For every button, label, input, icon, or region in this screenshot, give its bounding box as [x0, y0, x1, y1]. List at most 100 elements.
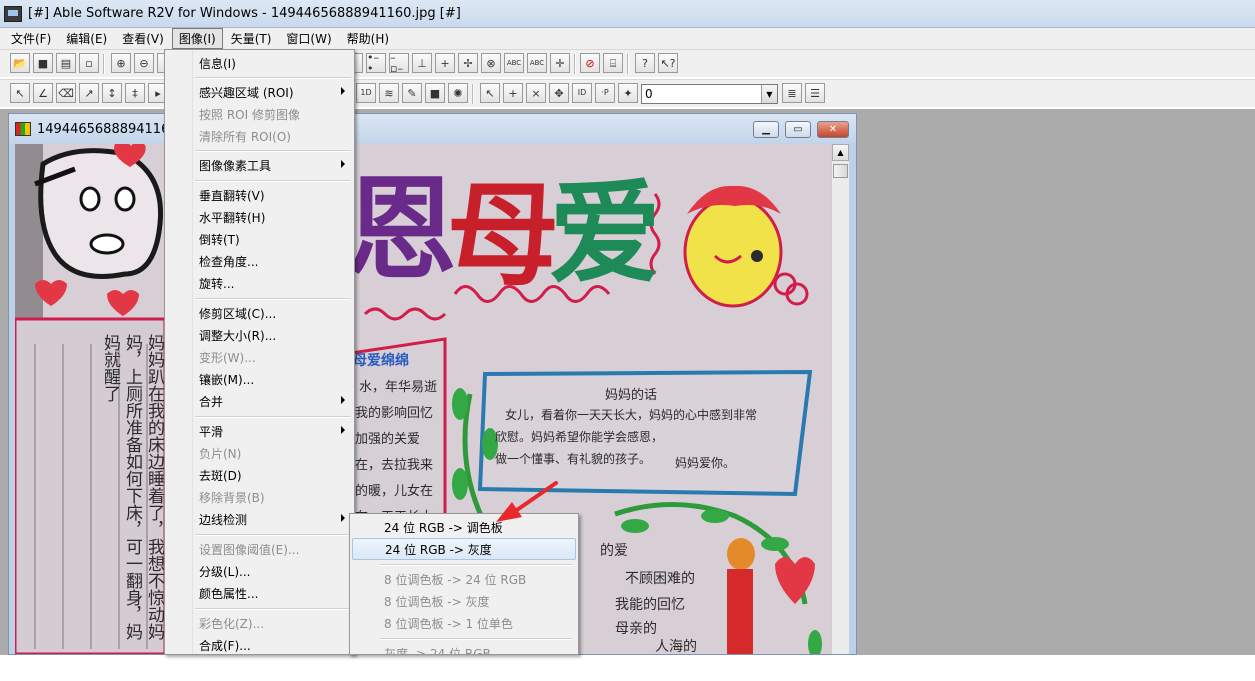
menu-levels[interactable]: 分级(L)... — [167, 560, 353, 582]
menu-view[interactable]: 查看(V) — [115, 28, 171, 49]
close-button[interactable]: ✕ — [817, 121, 849, 138]
menu-invert[interactable]: 倒转(T) — [167, 228, 353, 250]
draw-line-button[interactable]: ∠ — [33, 83, 53, 103]
label-tool-button[interactable]: 1D — [356, 83, 376, 103]
vertical-align-button[interactable]: ↕ — [102, 83, 122, 103]
zoom-out-button[interactable]: ⊖ — [134, 53, 154, 73]
add-point-button[interactable]: + — [503, 83, 523, 103]
menu-despeckle[interactable]: 去斑(D) — [167, 464, 353, 486]
point-label-button[interactable]: ·P — [595, 83, 615, 103]
mid-text-3: 加强的关爱 — [355, 432, 421, 447]
layer-stack-button[interactable]: ≣ — [782, 83, 802, 103]
document-title-bar[interactable]: 14944656888941160.jpg ▁ ▭ ✕ — [9, 114, 856, 144]
layer-list-button[interactable]: ☰ — [805, 83, 825, 103]
fill-button[interactable]: ■ — [425, 83, 445, 103]
submenu-rgb-to-grayscale[interactable]: 24 位 RGB -> 灰度 — [352, 538, 576, 560]
horizontal-align-button[interactable]: ‡ — [125, 83, 145, 103]
eraser-button[interactable]: ⌫ — [56, 83, 76, 103]
tool-icon: ▸ — [155, 86, 161, 100]
move-point-button[interactable]: ✥ — [549, 83, 569, 103]
menu-resize[interactable]: 调整大小(R)... — [167, 324, 353, 346]
sketch-button[interactable]: ✎ — [402, 83, 422, 103]
contour-button[interactable]: ≋ — [379, 83, 399, 103]
menu-image[interactable]: 图像(I) — [171, 28, 223, 49]
menu-info-label: 信息(I) — [199, 56, 236, 71]
document-image-icon — [15, 122, 31, 136]
menu-crop-area[interactable]: 修剪区域(C)... — [167, 302, 353, 324]
menu-warp[interactable]: 变形(W)... — [167, 346, 353, 368]
menu-window[interactable]: 窗口(W) — [279, 28, 338, 49]
edge-detect-submenu: 24 位 RGB -> 调色板 24 位 RGB -> 灰度 8 位调色板 ->… — [349, 513, 579, 655]
add-node-button[interactable]: + — [435, 53, 455, 73]
folder-stack-icon: ▤ — [60, 56, 72, 70]
trace-button[interactable]: ↗ — [79, 83, 99, 103]
menu-roi[interactable]: 感兴趣区域 (ROI) — [167, 81, 353, 103]
menu-info[interactable]: 信息(I) — [167, 52, 353, 74]
menu-check-angle[interactable]: 检查角度... — [167, 250, 353, 272]
menu-help[interactable]: 帮助(H) — [340, 28, 396, 49]
vertical-scrollbar[interactable]: ▲ — [831, 144, 849, 654]
menu-merge[interactable]: 合并 — [167, 390, 353, 412]
crosshair-button[interactable]: ✛ — [550, 53, 570, 73]
text-edit-button[interactable]: ABC — [527, 53, 547, 73]
node-line-button[interactable]: •–• — [366, 52, 386, 74]
remove-point-button[interactable]: × — [526, 83, 546, 103]
context-help-button[interactable]: ↖? — [658, 53, 678, 73]
text-ocr-button[interactable]: ABC — [504, 53, 524, 73]
menu-rotate[interactable]: 旋转... — [167, 272, 353, 294]
menu-file[interactable]: 文件(F) — [4, 28, 58, 49]
chevron-down-icon[interactable]: ▼ — [761, 85, 777, 103]
menu-crop-by-roi[interactable]: 按照 ROI 修剪图像 — [167, 103, 353, 125]
menu-pixel-tools[interactable]: 图像像素工具 — [167, 154, 353, 176]
scroll-thumb[interactable] — [833, 164, 848, 178]
menu-negative[interactable]: 负片(N) — [167, 442, 353, 464]
value-select-text: 0 — [645, 87, 653, 101]
menu-color-properties[interactable]: 颜色属性... — [167, 582, 353, 604]
save-all-button[interactable]: ▫ — [79, 53, 99, 73]
menu-vector[interactable]: 矢量(T) — [224, 28, 279, 49]
spot-button[interactable]: ✺ — [448, 83, 468, 103]
value-select[interactable]: 0 ▼ — [641, 84, 778, 104]
bulb-button[interactable]: ✦ — [618, 83, 638, 103]
menu-flip-vertical[interactable]: 垂直翻转(V) — [167, 184, 353, 206]
minimize-button[interactable]: ▁ — [753, 121, 779, 138]
app-title-bar: [#] Able Software R2V for Windows - 1494… — [0, 0, 1255, 28]
save-button[interactable]: ■ — [33, 53, 53, 73]
select-tool-button[interactable]: ⌸ — [603, 53, 623, 73]
menu-smooth[interactable]: 平滑 — [167, 420, 353, 442]
arrow-select-button[interactable]: ↖ — [480, 83, 500, 103]
submenu-palette-to-mono-label: 8 位调色板 -> 1 位单色 — [384, 616, 513, 631]
scroll-up-icon[interactable]: ▲ — [832, 144, 849, 161]
folder-open-icon: 📂 — [13, 56, 27, 70]
id-tool-button[interactable]: ID — [572, 83, 592, 103]
open-project-button[interactable]: ▤ — [56, 53, 76, 73]
maximize-button[interactable]: ▭ — [785, 121, 811, 138]
menu-flip-horizontal[interactable]: 水平翻转(H) — [167, 206, 353, 228]
move-node-button[interactable]: ✢ — [458, 53, 478, 73]
submenu-grayscale-to-rgb[interactable]: 灰度 -> 24 位 RGB — [352, 642, 576, 655]
delete-node-button[interactable]: ⊗ — [481, 53, 501, 73]
crosshair-icon: ✛ — [555, 56, 565, 70]
submenu-palette-to-rgb[interactable]: 8 位调色板 -> 24 位 RGB — [352, 568, 576, 590]
close-icon: ✕ — [828, 124, 838, 135]
submenu-palette-to-grayscale[interactable]: 8 位调色板 -> 灰度 — [352, 590, 576, 612]
open-file-button[interactable]: 📂 — [10, 53, 30, 73]
polyline-button[interactable]: ⊥ — [412, 53, 432, 73]
menu-remove-background-label: 移除背景(B) — [199, 490, 265, 505]
line-segment-button[interactable]: –▫– — [389, 52, 409, 74]
submenu-rgb-to-palette[interactable]: 24 位 RGB -> 调色板 — [352, 516, 576, 538]
menu-compose[interactable]: 合成(F)... — [167, 634, 353, 656]
cross-icon: × — [531, 86, 541, 100]
menu-clear-roi[interactable]: 清除所有 ROI(O) — [167, 125, 353, 147]
menu-remove-background[interactable]: 移除背景(B) — [167, 486, 353, 508]
menu-threshold[interactable]: 设置图像阈值(E)... — [167, 538, 353, 560]
zoom-in-button[interactable]: ⊕ — [111, 53, 131, 73]
pointer-tool-button[interactable]: ↖ — [10, 83, 30, 103]
submenu-palette-to-mono[interactable]: 8 位调色板 -> 1 位单色 — [352, 612, 576, 634]
menu-edit[interactable]: 编辑(E) — [59, 28, 114, 49]
menu-edge-detect[interactable]: 边线检测 — [167, 508, 353, 530]
help-button[interactable]: ? — [635, 53, 655, 73]
stop-select-button[interactable]: ⊘ — [580, 53, 600, 73]
menu-colorize[interactable]: 彩色化(Z)... — [167, 612, 353, 634]
menu-mosaic[interactable]: 镶嵌(M)... — [167, 368, 353, 390]
